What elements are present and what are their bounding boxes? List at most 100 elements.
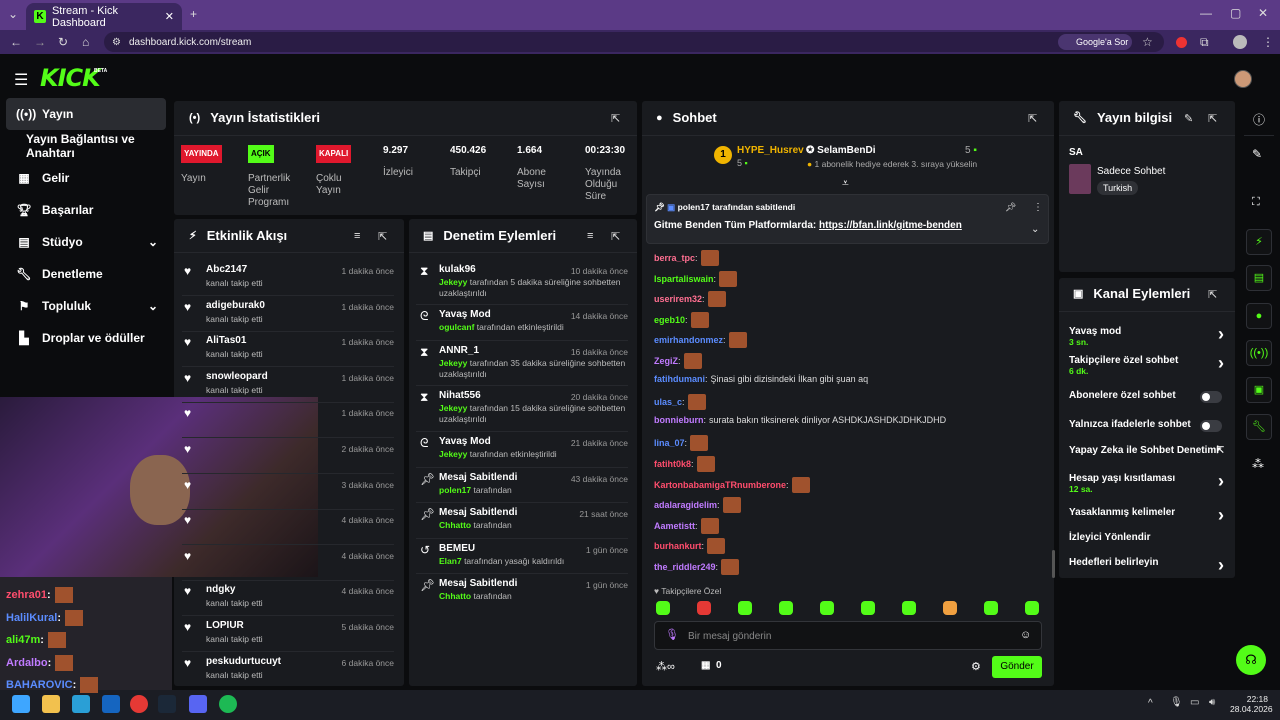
more-options-icon[interactable]: ⋮ <box>1033 202 1043 213</box>
popout-icon[interactable]: ⇱ <box>611 230 620 243</box>
chat-username[interactable]: fatihdumani <box>654 374 705 384</box>
moderation-target[interactable]: Nihat556 <box>439 390 481 401</box>
moderator-name[interactable]: Elan7 <box>439 556 462 566</box>
google-ask-button[interactable]: Google'a Sor <box>1058 34 1132 50</box>
community-points-icon[interactable]: ⁂∞ <box>656 660 675 673</box>
moderator-name[interactable]: Jekeyy <box>439 403 467 413</box>
focus-icon[interactable]: ⛶ <box>1252 196 1260 209</box>
url-input[interactable] <box>104 32 1164 52</box>
sidebar-item-gelir[interactable]: ▦ Gelir <box>6 163 166 193</box>
chat-username[interactable]: fatiht0k8 <box>654 459 691 469</box>
chat-username[interactable]: egeb10 <box>654 315 685 325</box>
mic-tray-icon[interactable]: 🎙︎ <box>1170 697 1183 708</box>
moderator-name[interactable]: polen17 <box>439 485 471 495</box>
activity-username[interactable]: snowleopard <box>206 371 268 382</box>
toggle-switch[interactable] <box>1200 420 1222 432</box>
popout-icon[interactable]: ⇱ <box>1208 112 1217 125</box>
pinned-link[interactable]: https://bfan.link/gitme-benden <box>819 220 962 231</box>
home-icon[interactable]: ⌂ <box>82 35 89 49</box>
chat-username[interactable]: Ispartaliswain <box>654 274 714 284</box>
edit-icon[interactable]: ✎ <box>1184 112 1193 125</box>
chrome-icon[interactable] <box>130 695 148 713</box>
chat-username[interactable]: adalaragidelim <box>654 500 717 510</box>
moderator-name[interactable]: Jekeyy <box>439 358 467 368</box>
moderation-target[interactable]: kulak96 <box>439 264 476 275</box>
moderator-name[interactable]: Jekeyy <box>439 449 467 459</box>
reload-icon[interactable]: ↻ <box>58 35 68 49</box>
rail-moderation-button[interactable]: ▤ <box>1246 265 1272 291</box>
emote-icon[interactable] <box>902 601 916 615</box>
chevron-down-icon[interactable]: ⌄ <box>1031 224 1039 235</box>
mic-icon[interactable]: 🎙︎ <box>665 628 679 641</box>
browser-tab[interactable]: K Stream - Kick Dashboard ✕ <box>26 3 182 30</box>
category-name[interactable]: Sadece Sohbet <box>1097 166 1165 177</box>
sidebar-item-studyo[interactable]: ▤ Stüdyo ⌄ <box>6 227 166 257</box>
moderation-target[interactable]: BEMEU <box>439 543 475 554</box>
channel-action-item[interactable]: Yalnızca ifadelerle sohbet <box>1069 419 1224 443</box>
popout-icon[interactable]: ⇱ <box>378 230 387 243</box>
site-info-icon[interactable]: ⚙ <box>112 37 121 48</box>
settings-icon[interactable]: ⚙ <box>971 660 981 673</box>
send-button[interactable]: Gönder <box>992 656 1042 678</box>
activity-username[interactable]: Abc2147 <box>206 264 247 275</box>
emote-icon[interactable] <box>943 601 957 615</box>
user-avatar[interactable] <box>1234 70 1252 88</box>
gift-event-name[interactable]: ✪ SelamBenDi <box>806 145 876 156</box>
chat-username[interactable]: Aametistt <box>654 521 695 531</box>
popout-icon[interactable]: ⇱ <box>1028 112 1037 125</box>
moderator-name[interactable]: ogulcanf <box>439 322 474 332</box>
profile-avatar[interactable] <box>1233 35 1247 49</box>
activity-username[interactable]: peskudurtucuyt <box>206 656 281 667</box>
toggle-switch[interactable] <box>1200 391 1222 403</box>
moderation-target[interactable]: Mesaj Sabitlendi <box>439 507 517 518</box>
emote-icon[interactable] <box>697 601 711 615</box>
sidebar-item-basarilar[interactable]: 🏆︎ Başarılar <box>6 195 166 225</box>
volume-icon[interactable]: 🔊︎ <box>1209 697 1215 708</box>
chat-username[interactable]: berra_tpc <box>654 253 695 263</box>
rail-chat-button[interactable]: ● <box>1246 303 1272 329</box>
chat-username[interactable]: bonnieburn <box>654 415 704 425</box>
back-icon[interactable]: ← <box>10 35 22 49</box>
filter-icon[interactable]: ≡ <box>354 230 360 242</box>
info-icon[interactable]: ⓘ <box>1253 111 1265 128</box>
moderator-name[interactable]: Chhatto <box>439 520 471 530</box>
sidebar-item-topluluk[interactable]: ⚑ Topluluk ⌄ <box>6 291 166 321</box>
channel-action-item[interactable]: Takipçilere özel sohbet 6 dk. › <box>1069 353 1224 379</box>
chat-username[interactable]: userirem32 <box>654 294 702 304</box>
maximize-icon[interactable]: ▢ <box>1230 6 1241 20</box>
moderator-name[interactable]: Jekeyy <box>439 277 467 287</box>
channel-action-item[interactable]: Abonelere özel sohbet <box>1069 390 1224 414</box>
chat-username[interactable]: ulas_c <box>654 397 682 407</box>
channel-action-item[interactable]: İzleyici Yönlendir <box>1069 532 1224 556</box>
rail-activity-button[interactable]: ⚡︎ <box>1246 229 1272 255</box>
community-icon[interactable]: ⁂ <box>1252 457 1264 471</box>
bookmark-star-icon[interactable]: ☆ <box>1142 35 1153 49</box>
extensions-puzzle-icon[interactable]: ⧉ <box>1200 35 1209 50</box>
top-gifter-name[interactable]: HYPE_Husrev <box>737 145 804 156</box>
emote-icon[interactable] <box>738 601 752 615</box>
channel-action-item[interactable]: Yasaklanmış kelimeler › <box>1069 505 1224 531</box>
pen-icon[interactable]: ✎ <box>1252 147 1262 161</box>
moderation-target[interactable]: Yavaş Mod <box>439 436 491 447</box>
popout-icon[interactable]: ⇱ <box>611 112 620 125</box>
moderation-target[interactable]: Mesaj Sabitlendi <box>439 578 517 589</box>
sidebar-item-stream-key[interactable]: Yayın Bağlantısı ve Anahtarı <box>6 131 166 161</box>
activity-username[interactable]: ndgky <box>206 584 235 595</box>
spotify-icon[interactable] <box>219 695 237 713</box>
activity-username[interactable]: adigeburak0 <box>206 300 265 311</box>
sidebar-item-denetleme[interactable]: 🔧︎ Denetleme <box>6 259 166 289</box>
rail-channel-button[interactable]: ▣ <box>1246 377 1272 403</box>
popout-icon[interactable]: ⇱ <box>1208 288 1217 301</box>
browser-menu-icon[interactable]: ⋮ <box>1262 35 1274 49</box>
channel-action-item[interactable]: Yavaş mod 3 sn. › <box>1069 324 1224 350</box>
emote-icon[interactable] <box>1025 601 1039 615</box>
emote-icon[interactable] <box>820 601 834 615</box>
moderation-target[interactable]: ANNR_1 <box>439 345 479 356</box>
moderator-name[interactable]: Chhatto <box>439 591 471 601</box>
support-headset-icon[interactable]: ☊ <box>1236 645 1266 675</box>
pin-icon[interactable]: 📌︎ <box>1005 202 1016 213</box>
hamburger-menu-icon[interactable]: ☰ <box>14 70 28 90</box>
emote-icon[interactable] <box>656 601 670 615</box>
scroll-down-icon[interactable]: ⩡ <box>842 176 849 191</box>
channel-action-item[interactable]: Yapay Zeka ile Sohbet Denetimi ⇱ <box>1069 445 1224 469</box>
